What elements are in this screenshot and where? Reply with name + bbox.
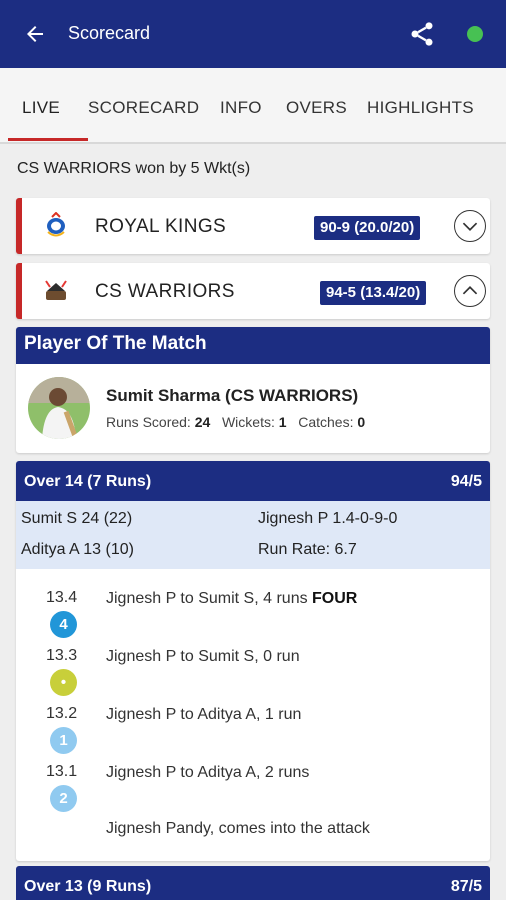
- ball-commentary: Jignesh P to Sumit S, 0 run: [106, 648, 300, 665]
- active-tab-indicator: [8, 138, 88, 141]
- tab-info[interactable]: INFO: [220, 98, 262, 118]
- over-score: 87/5: [450, 878, 482, 895]
- ball-number: 13.2: [46, 705, 78, 722]
- ball-number: 13.1: [46, 763, 78, 780]
- team-name: ROYAL KINGS: [95, 216, 227, 237]
- team-score-badge: 90-9 (20.0/20): [314, 216, 421, 240]
- app-bar: Scorecard: [0, 0, 506, 68]
- ball-commentary: Jignesh P to Sumit S, 4 runs FOUR: [106, 590, 358, 607]
- team-card-cs-warriors[interactable]: CS WARRIORS 94-5 (13.4/20): [16, 263, 490, 319]
- player-of-the-match-card: Player Of The Match Sumit Sharma (CS WAR…: [16, 327, 490, 453]
- wickets-value: 1: [278, 414, 287, 430]
- runs-value: 24: [194, 414, 211, 430]
- team-name: CS WARRIORS: [95, 281, 235, 302]
- over-card: Over 14 (7 Runs) 94/5 Sumit S 24 (22) Ad…: [16, 461, 490, 861]
- potm-title: Player Of The Match: [16, 327, 490, 364]
- catches-value: 0: [357, 414, 366, 430]
- player-avatar: [28, 377, 90, 439]
- potm-player-name: Sumit Sharma (CS WARRIORS): [106, 386, 359, 405]
- ball-row: 13.4 4 Jignesh P to Sumit S, 4 runs FOUR: [16, 589, 490, 647]
- tab-scorecard[interactable]: SCORECARD: [88, 98, 199, 118]
- over-title: Over 14 (7 Runs): [24, 473, 152, 490]
- tab-highlights[interactable]: HIGHLIGHTS: [367, 98, 474, 118]
- ball-row: 13.2 1 Jignesh P to Aditya A, 1 run: [16, 705, 490, 763]
- tab-live[interactable]: LIVE: [22, 98, 60, 118]
- over-summary: Sumit S 24 (22) Aditya A 13 (10) Jignesh…: [16, 501, 490, 569]
- catches-label: Catches:: [298, 414, 354, 430]
- ball-number: 13.3: [46, 647, 78, 664]
- over-title: Over 13 (9 Runs): [24, 878, 152, 895]
- arrow-left-icon[interactable]: [22, 22, 48, 46]
- over-header: Over 14 (7 Runs) 94/5: [16, 461, 490, 501]
- ball-commentary: Jignesh P to Aditya A, 2 runs: [106, 764, 310, 781]
- batter-stat: Aditya A 13 (10): [21, 541, 134, 558]
- chevron-down-icon[interactable]: [454, 210, 486, 242]
- runs-label: Runs Scored:: [106, 414, 191, 430]
- ball-runs-badge: •: [50, 669, 77, 696]
- page-title: Scorecard: [68, 23, 151, 43]
- wickets-label: Wickets:: [221, 414, 275, 430]
- live-status-dot: [467, 26, 483, 42]
- match-result: CS WARRIORS won by 5 Wkt(s): [17, 160, 251, 177]
- over-header: Over 13 (9 Runs) 87/5: [16, 866, 490, 900]
- bowler-stat: Jignesh P 1.4-0-9-0: [258, 510, 398, 527]
- tab-overs[interactable]: OVERS: [286, 98, 347, 118]
- ball-runs-badge: 1: [50, 727, 77, 754]
- ball-row: 13.1 2 Jignesh P to Aditya A, 2 runs: [16, 763, 490, 821]
- batter-stat: Sumit S 24 (22): [21, 510, 133, 527]
- commentary-note: Jignesh Pandy, comes into the attack: [106, 820, 370, 837]
- royal-kings-logo-icon: [47, 212, 65, 237]
- potm-stats: Runs Scored: 24 Wickets: 1 Catches: 0: [106, 414, 365, 430]
- team-score-badge: 94-5 (13.4/20): [320, 281, 427, 305]
- run-rate: Run Rate: 6.7: [258, 541, 357, 558]
- chevron-up-icon[interactable]: [454, 275, 486, 307]
- team-card-royal-kings[interactable]: ROYAL KINGS 90-9 (20.0/20): [16, 198, 490, 254]
- share-icon[interactable]: [408, 20, 436, 48]
- ball-runs-badge: 2: [50, 785, 77, 812]
- ball-row: 13.3 • Jignesh P to Sumit S, 0 run: [16, 647, 490, 705]
- ball-runs-badge: 4: [50, 611, 77, 638]
- ball-number: 13.4: [46, 589, 78, 606]
- ball-commentary: Jignesh P to Aditya A, 1 run: [106, 706, 302, 723]
- cs-warriors-logo-icon: [45, 280, 67, 300]
- tab-bar: LIVE SCORECARD INFO OVERS HIGHLIGHTS: [0, 68, 506, 144]
- over-score: 94/5: [450, 473, 482, 490]
